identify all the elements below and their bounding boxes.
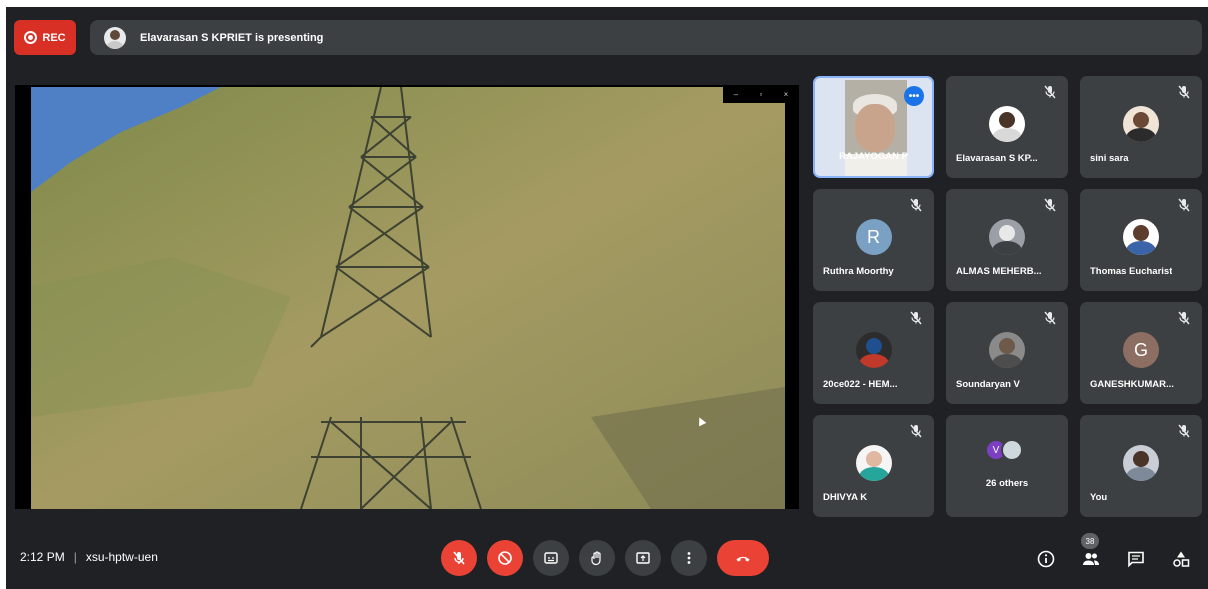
- minimize-icon: –: [733, 89, 739, 99]
- participant-tile[interactable]: ALMAS MEHERB...: [946, 189, 1068, 291]
- people-icon: [1083, 553, 1099, 565]
- shared-screen: – ▫ ×: [15, 85, 799, 509]
- avatar: [855, 445, 892, 481]
- recording-indicator[interactable]: REC: [14, 20, 76, 55]
- camera-toggle-button[interactable]: [487, 540, 523, 576]
- mic-off-icon: [910, 198, 922, 212]
- participant-name: You: [1090, 492, 1108, 503]
- participant-name: Soundaryan V: [956, 379, 1020, 390]
- mic-off-icon: [910, 424, 922, 438]
- mic-off-icon: [1178, 424, 1190, 438]
- avatar: [855, 332, 892, 368]
- mic-off-icon: [1044, 85, 1056, 99]
- participant-name: Thomas Eucharist: [1090, 266, 1173, 277]
- participant-tile[interactable]: Soundaryan V: [946, 302, 1068, 404]
- hillside-image: [31, 87, 785, 509]
- mic-off-icon: [453, 551, 465, 565]
- leave-call-button[interactable]: [717, 540, 769, 576]
- participant-name: RAJAYOGAN P: [839, 151, 908, 162]
- mic-off-icon: [910, 311, 922, 325]
- mic-off-icon: [1044, 311, 1056, 325]
- separator: |: [73, 550, 77, 564]
- present-screen-icon: [636, 552, 650, 564]
- raise-hand-button[interactable]: [579, 540, 615, 576]
- shared-screen-content: [31, 87, 785, 509]
- participant-tile[interactable]: 20ce022 - HEM...: [813, 302, 934, 404]
- participant-name: ALMAS MEHERB...: [956, 266, 1042, 277]
- meeting-info: 2:12 PM | xsu-hptw-uen: [20, 550, 158, 564]
- avatar: [1001, 439, 1023, 461]
- meeting-code[interactable]: xsu-hptw-uen: [86, 550, 158, 564]
- others-avatars: V: [985, 439, 1023, 461]
- avatar: [1123, 106, 1159, 142]
- participant-tile[interactable]: sini sara: [1080, 76, 1202, 178]
- participant-name: Elavarasan S KP...: [956, 153, 1038, 164]
- camera-off-icon: [498, 551, 512, 565]
- hang-up-icon: [736, 556, 750, 562]
- record-icon: [24, 31, 38, 44]
- call-controls: [441, 540, 769, 576]
- avatar: [1123, 219, 1159, 255]
- participant-tile[interactable]: G GANESHKUMAR...: [1080, 302, 1202, 404]
- participant-tile[interactable]: ••• RAJAYOGAN P: [813, 76, 934, 178]
- participant-tile[interactable]: Elavarasan S KP...: [946, 76, 1068, 178]
- avatar: [1123, 445, 1159, 481]
- participants-count-badge: 38: [1081, 533, 1099, 549]
- hand-icon: [591, 551, 601, 566]
- close-icon: ×: [783, 89, 789, 99]
- avatar: G: [1123, 332, 1159, 368]
- chat-button[interactable]: [1123, 546, 1149, 572]
- mic-toggle-button[interactable]: [441, 540, 477, 576]
- mic-off-icon: [1178, 198, 1190, 212]
- window-controls: – ▫ ×: [723, 85, 799, 103]
- mic-off-icon: [1178, 311, 1190, 325]
- participant-name: Ruthra Moorthy: [823, 266, 894, 277]
- participant-tile[interactable]: DHIVYA K: [813, 415, 934, 517]
- captions-button[interactable]: [533, 540, 569, 576]
- avatar: [989, 106, 1025, 142]
- meet-window: REC Elavarasan S KPRIET is presenting – …: [6, 7, 1208, 589]
- participant-name: 20ce022 - HEM...: [823, 379, 898, 390]
- participant-name: GANESHKUMAR...: [1090, 379, 1174, 390]
- mic-off-icon: [1044, 198, 1056, 212]
- presenting-text: Elavarasan S KPRIET is presenting: [140, 31, 324, 44]
- more-vert-icon: [687, 552, 691, 564]
- participant-name: DHIVYA K: [823, 492, 868, 503]
- participant-name: sini sara: [1090, 153, 1129, 164]
- avatar: [989, 332, 1025, 368]
- chat-icon: [1128, 551, 1144, 568]
- participants-button[interactable]: 38: [1078, 533, 1104, 572]
- participant-tile[interactable]: V 26 others: [946, 415, 1068, 517]
- activities-button[interactable]: [1168, 546, 1194, 572]
- meeting-details-button[interactable]: [1033, 546, 1059, 572]
- recording-label: REC: [42, 31, 66, 44]
- participant-tile[interactable]: R Ruthra Moorthy: [813, 189, 934, 291]
- captions-icon: [544, 552, 558, 564]
- more-options-icon[interactable]: •••: [904, 86, 924, 106]
- presenting-banner: Elavarasan S KPRIET is presenting: [90, 20, 1202, 55]
- presenter-avatar: [104, 26, 126, 49]
- more-options-button[interactable]: [671, 540, 707, 576]
- avatar: [989, 219, 1025, 255]
- meeting-side-controls: 38: [1033, 533, 1194, 572]
- clock: 2:12 PM: [20, 550, 65, 564]
- others-count: 26 others: [985, 478, 1029, 489]
- participant-tile[interactable]: Thomas Eucharist: [1080, 189, 1202, 291]
- maximize-icon: ▫: [759, 89, 763, 99]
- activities-icon: [1173, 551, 1190, 567]
- mic-off-icon: [1178, 85, 1190, 99]
- info-icon: [1037, 550, 1055, 568]
- participant-tile[interactable]: You: [1080, 415, 1202, 517]
- avatar: R: [855, 219, 892, 255]
- present-screen-button[interactable]: [625, 540, 661, 576]
- participant-grid: ••• RAJAYOGAN P Elavarasan S KP... sini sar…: [813, 76, 1203, 518]
